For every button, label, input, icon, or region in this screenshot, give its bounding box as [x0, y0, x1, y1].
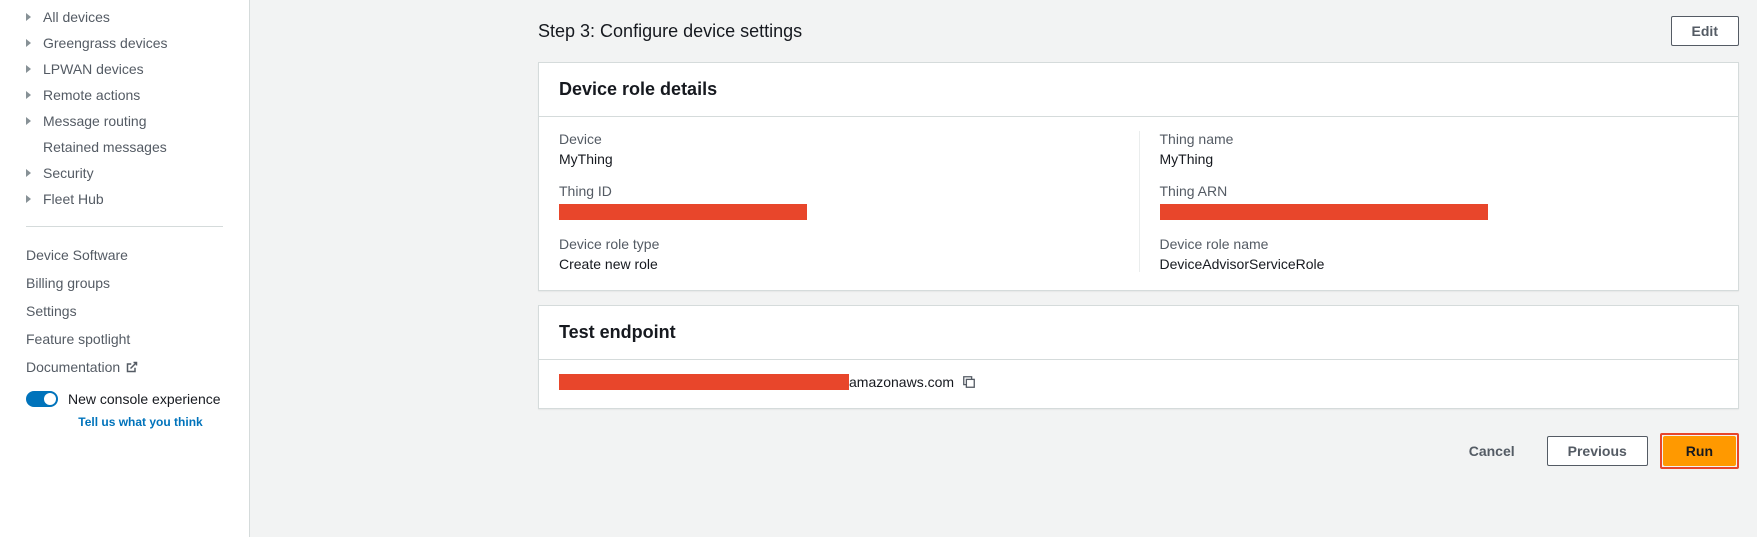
detail-thing-id: Thing ID [559, 183, 1119, 220]
detail-value: DeviceAdvisorServiceRole [1160, 256, 1699, 272]
new-console-toggle[interactable] [26, 391, 58, 407]
detail-value-redacted [1160, 203, 1699, 220]
detail-device: Device MyThing [559, 131, 1119, 167]
detail-label: Device role name [1160, 236, 1699, 252]
sidebar-item-label: Remote actions [43, 87, 140, 103]
sidebar-item-fleet-hub[interactable]: Fleet Hub [0, 186, 249, 212]
sidebar-item-greengrass[interactable]: Greengrass devices [0, 30, 249, 56]
detail-column-left: Device MyThing Thing ID Device role type… [559, 131, 1139, 272]
sidebar-link-feature-spotlight[interactable]: Feature spotlight [0, 325, 249, 353]
detail-value: MyThing [559, 151, 1119, 167]
detail-value: MyThing [1160, 151, 1699, 167]
panel-body: Device MyThing Thing ID Device role type… [539, 117, 1738, 290]
sidebar-item-message-routing[interactable]: Message routing [0, 108, 249, 134]
panel-body: amazonaws.com [539, 360, 1738, 408]
sidebar-item-label: LPWAN devices [43, 61, 144, 77]
detail-grid: Device MyThing Thing ID Device role type… [559, 131, 1718, 272]
cancel-button[interactable]: Cancel [1449, 437, 1535, 465]
sidebar-link-label: Feature spotlight [26, 331, 130, 347]
sidebar-item-label: All devices [43, 9, 110, 25]
caret-right-icon [26, 13, 31, 21]
sidebar-link-documentation[interactable]: Documentation [0, 353, 249, 381]
sidebar-item-remote-actions[interactable]: Remote actions [0, 82, 249, 108]
sidebar-link-label: Billing groups [26, 275, 110, 291]
caret-right-icon [26, 117, 31, 125]
detail-label: Device [559, 131, 1119, 147]
caret-right-icon [26, 39, 31, 47]
sidebar-item-label: Message routing [43, 113, 147, 129]
sidebar-item-security[interactable]: Security [0, 160, 249, 186]
sidebar-divider [26, 226, 223, 227]
sidebar-item-label: Security [43, 165, 94, 181]
sidebar-link-settings[interactable]: Settings [0, 297, 249, 325]
footer-actions: Cancel Previous Run [538, 423, 1739, 469]
sidebar: All devices Greengrass devices LPWAN dev… [0, 0, 250, 537]
step-title: Step 3: Configure device settings [538, 21, 802, 42]
detail-label: Device role type [559, 236, 1119, 252]
redacted-block [559, 374, 849, 390]
edit-button[interactable]: Edit [1671, 16, 1739, 46]
external-link-icon [126, 361, 138, 373]
new-console-toggle-row: New console experience [0, 381, 249, 411]
main-content: Step 3: Configure device settings Edit D… [250, 0, 1757, 537]
sidebar-link-label: Documentation [26, 359, 120, 375]
previous-button[interactable]: Previous [1547, 436, 1648, 466]
sidebar-item-label: Greengrass devices [43, 35, 168, 51]
detail-role-name: Device role name DeviceAdvisorServiceRol… [1160, 236, 1699, 272]
detail-thing-name: Thing name MyThing [1160, 131, 1699, 167]
panel-title: Device role details [539, 63, 1738, 117]
caret-right-icon [26, 65, 31, 73]
caret-right-icon [26, 195, 31, 203]
redacted-block [559, 204, 807, 220]
copy-icon[interactable] [962, 375, 976, 389]
run-button-highlight: Run [1660, 433, 1739, 469]
caret-right-icon [26, 91, 31, 99]
sidebar-link-billing-groups[interactable]: Billing groups [0, 269, 249, 297]
sidebar-item-lpwan[interactable]: LPWAN devices [0, 56, 249, 82]
caret-right-icon [26, 169, 31, 177]
detail-value: Create new role [559, 256, 1119, 272]
sidebar-link-device-software[interactable]: Device Software [0, 241, 249, 269]
toggle-label: New console experience [68, 391, 221, 407]
detail-value-redacted [559, 203, 1119, 220]
sidebar-item-label: Retained messages [43, 139, 167, 155]
detail-label: Thing ID [559, 183, 1119, 199]
detail-role-type: Device role type Create new role [559, 236, 1119, 272]
sidebar-link-label: Device Software [26, 247, 128, 263]
endpoint-value: amazonaws.com [559, 374, 1718, 390]
detail-label: Thing ARN [1160, 183, 1699, 199]
panel-title: Test endpoint [539, 306, 1738, 360]
step-header: Step 3: Configure device settings Edit [538, 8, 1739, 62]
device-role-panel: Device role details Device MyThing Thing… [538, 62, 1739, 291]
detail-thing-arn: Thing ARN [1160, 183, 1699, 220]
run-button[interactable]: Run [1663, 436, 1736, 466]
sidebar-link-label: Settings [26, 303, 77, 319]
sidebar-item-all-devices[interactable]: All devices [0, 4, 249, 30]
detail-column-right: Thing name MyThing Thing ARN Device role… [1139, 131, 1719, 272]
feedback-link[interactable]: Tell us what you think [0, 411, 249, 437]
sidebar-item-retained-messages[interactable]: Retained messages [0, 134, 249, 160]
test-endpoint-panel: Test endpoint amazonaws.com [538, 305, 1739, 409]
redacted-block [1160, 204, 1488, 220]
detail-label: Thing name [1160, 131, 1699, 147]
sidebar-item-label: Fleet Hub [43, 191, 104, 207]
endpoint-suffix: amazonaws.com [849, 374, 954, 390]
